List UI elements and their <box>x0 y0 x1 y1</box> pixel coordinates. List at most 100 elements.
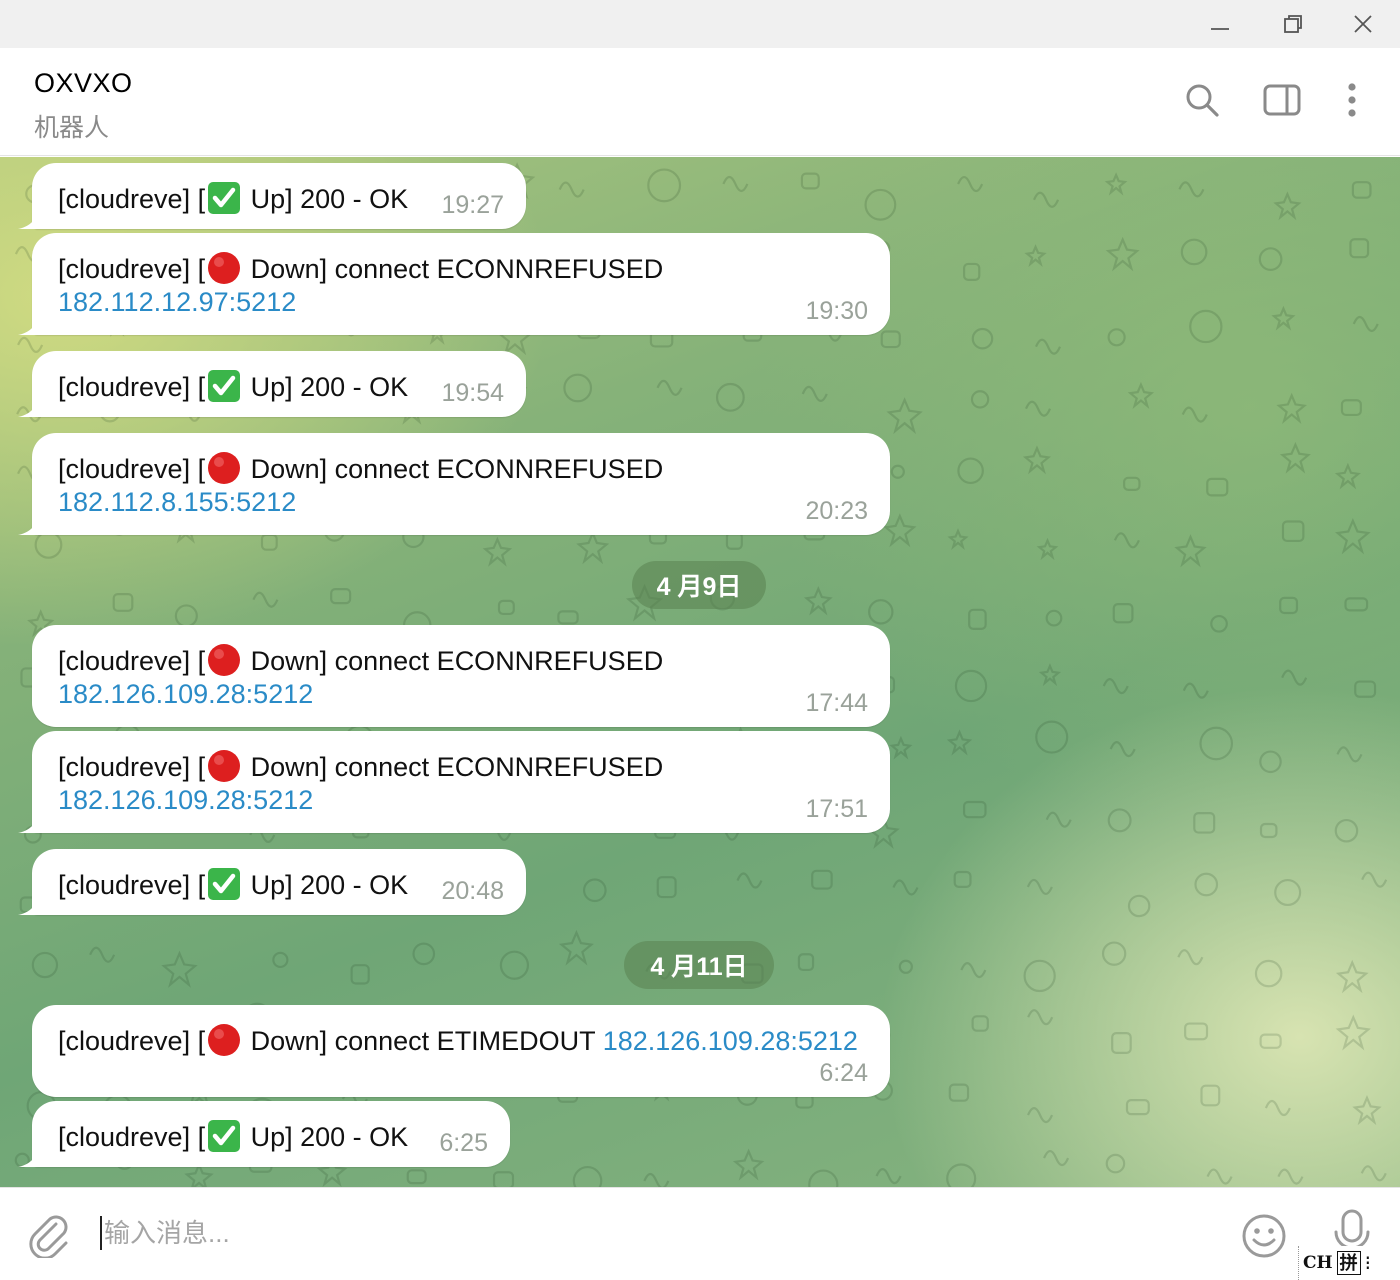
ime-indicator[interactable]: CH 拼 ⁝ <box>1298 1246 1375 1280</box>
wallpaper-doodle <box>715 382 745 412</box>
message-text: [cloudreve] [ Up] 200 - OK <box>58 867 408 901</box>
ip-link[interactable]: 182.112.8.155:5212 <box>58 487 296 518</box>
message-bubble[interactable]: [cloudreve] [ Up] 200 - OK 19:27 <box>18 163 526 229</box>
message-bubble[interactable]: [cloudreve] [ Down] connect ECONNREFUSED… <box>18 233 890 335</box>
message-time: 19:27 <box>441 191 504 219</box>
message-bubble[interactable]: [cloudreve] [ Up] 200 - OK 6:25 <box>18 1101 510 1167</box>
check-mark-icon <box>208 868 241 900</box>
close-icon <box>1354 15 1372 33</box>
wallpaper-doodle <box>492 1171 515 1187</box>
check-mark-icon <box>208 182 241 214</box>
wallpaper-doodle <box>350 964 370 985</box>
wallpaper-doodle <box>656 876 677 899</box>
message-text: [cloudreve] [ Up] 200 - OK <box>58 1119 408 1153</box>
side-panel-button[interactable] <box>1260 78 1304 122</box>
message-status-text: Up] 200 - OK <box>243 372 409 402</box>
wallpaper-doodle <box>1123 476 1141 491</box>
message-bubble[interactable]: [cloudreve] [ Down] connect ECONNREFUSED… <box>18 433 890 535</box>
chat-history[interactable]: [cloudreve] [ Up] 200 - OK 19:27 [cloudr… <box>0 157 1400 1187</box>
wallpaper-doodle <box>89 946 116 963</box>
restore-icon <box>1284 15 1302 33</box>
wallpaper-doodle <box>31 951 59 979</box>
message-time: 19:30 <box>805 297 868 325</box>
wallpaper-doodle <box>800 172 820 190</box>
ip-link[interactable]: 182.126.109.28:5212 <box>603 1026 858 1056</box>
wallpaper-doodle <box>1107 328 1126 347</box>
wallpaper-doodle <box>811 869 833 890</box>
wallpaper-doodle <box>889 735 913 760</box>
wallpaper-doodle <box>1023 959 1056 993</box>
wallpaper-doodle <box>1335 959 1369 994</box>
side-panel-icon <box>1263 84 1301 116</box>
message-time: 17:44 <box>805 689 868 717</box>
message-text: [cloudreve] [ Up] 200 - OK <box>58 369 408 403</box>
minimize-button[interactable] <box>1185 0 1255 48</box>
wallpaper-doodle <box>572 1165 603 1187</box>
ip-link[interactable]: 182.112.12.97:5212 <box>58 287 296 318</box>
wallpaper-doodle <box>1036 537 1059 561</box>
wallpaper-doodle <box>1259 1033 1282 1049</box>
paperclip-icon[interactable] <box>26 1212 72 1258</box>
wallpaper-doodle <box>963 262 981 281</box>
wallpaper-doodle <box>1276 392 1307 425</box>
message-prefix: [cloudreve] [ <box>58 184 206 214</box>
check-mark-icon <box>208 1120 241 1152</box>
message-status-text: Down] connect ECONNREFUSED <box>243 646 664 676</box>
bubble-tail <box>18 211 38 229</box>
wallpaper-doodle <box>946 729 973 756</box>
chat-title[interactable]: OXVXO <box>34 68 133 99</box>
wallpaper-doodle <box>1127 381 1155 409</box>
wallpaper-doodle <box>971 327 994 350</box>
wallpaper-doodle <box>1107 808 1132 833</box>
wallpaper-doodle <box>1277 1168 1304 1185</box>
message-bubble[interactable]: [cloudreve] [ Down] connect ECONNREFUSED… <box>18 731 890 833</box>
wallpaper-doodle <box>1045 811 1072 828</box>
message-status-text: Up] 200 - OK <box>243 184 409 214</box>
wallpaper-doodle <box>656 379 683 396</box>
red-circle-icon <box>208 452 241 484</box>
wallpaper-doodle <box>1254 959 1283 988</box>
wallpaper-doodle <box>1105 1153 1126 1174</box>
message-text: [cloudreve] [ Down] connect ECONNREFUSED <box>58 643 663 677</box>
wallpaper-doodle <box>647 168 682 203</box>
wallpaper-doodle <box>1274 878 1302 907</box>
message-status-text: Up] 200 - OK <box>243 870 409 900</box>
wallpaper-doodle <box>898 959 913 974</box>
wallpaper-doodle <box>1349 238 1370 259</box>
wallpaper-doodle <box>1340 399 1362 417</box>
wallpaper-doodle <box>1259 750 1282 774</box>
message-prefix: [cloudreve] [ <box>58 254 206 284</box>
ime-input-mode: 拼 <box>1336 1251 1361 1275</box>
wallpaper-doodle <box>563 373 593 403</box>
wallpaper-doodle <box>1273 191 1302 221</box>
close-button[interactable] <box>1328 0 1398 48</box>
smiley-icon[interactable] <box>1240 1212 1288 1260</box>
message-bubble[interactable]: [cloudreve] [ Down] connect ECONNREFUSED… <box>32 625 890 727</box>
more-button[interactable] <box>1330 78 1374 122</box>
wallpaper-doodle <box>803 585 833 616</box>
message-input[interactable] <box>104 1210 1204 1256</box>
search-icon <box>1186 84 1219 117</box>
wallpaper-doodle <box>868 599 894 625</box>
message-time: 17:51 <box>805 795 868 823</box>
message-bubble[interactable]: [cloudreve] [ Up] 200 - OK 19:54 <box>18 351 526 417</box>
wallpaper-doodle <box>960 962 987 979</box>
wallpaper-doodle <box>17 336 44 353</box>
wallpaper-doodle <box>1101 941 1127 966</box>
wallpaper-doodle <box>643 1172 670 1187</box>
ip-link[interactable]: 182.126.109.28:5212 <box>58 785 313 816</box>
wallpaper-doodle <box>1194 872 1219 897</box>
ip-link[interactable]: 182.126.109.28:5212 <box>58 679 313 710</box>
message-bubble[interactable]: [cloudreve] [ Down] connect ETIMEDOUT 18… <box>32 1005 890 1097</box>
wallpaper-doodle <box>1026 878 1053 896</box>
wallpaper-doodle <box>883 513 917 548</box>
message-bubble[interactable]: [cloudreve] [ Up] 200 - OK 20:48 <box>18 849 526 915</box>
wallpaper-doodle <box>1264 1099 1291 1117</box>
restore-button[interactable] <box>1258 0 1328 48</box>
wallpaper-doodle <box>864 188 897 221</box>
wallpaper-doodle <box>1027 1009 1054 1026</box>
wallpaper-doodle <box>948 1083 970 1102</box>
search-button[interactable] <box>1180 78 1224 122</box>
wallpaper-doodle <box>1043 1150 1070 1167</box>
minimize-icon <box>1211 28 1229 30</box>
